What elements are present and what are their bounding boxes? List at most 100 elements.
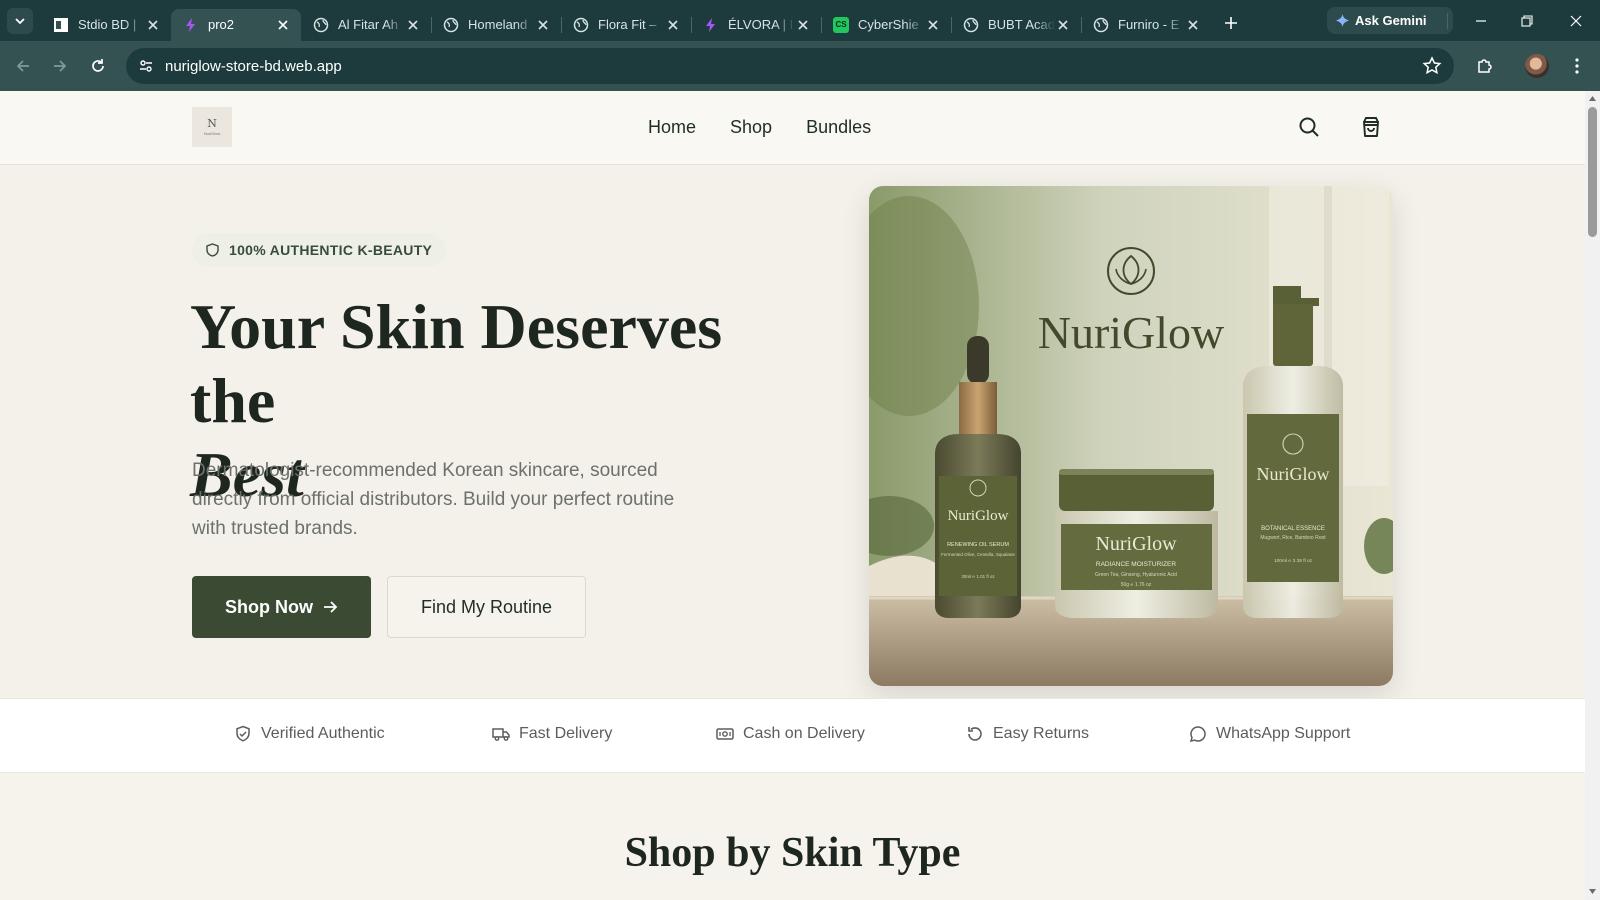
section-title-skin-type: Shop by Skin Type: [624, 830, 961, 876]
tab-title: BUBT Acad: [988, 17, 1055, 32]
tab-al-fitar[interactable]: Al Fitar Ah: [301, 9, 432, 41]
shop-now-button[interactable]: Shop Now: [192, 576, 371, 638]
essence-name-text: BOTANICAL ESSENCE: [1261, 526, 1325, 532]
tab-title: Stdio BD |: [78, 17, 137, 32]
globe-favicon-icon: [443, 17, 459, 33]
site-logo[interactable]: N NuriGlow: [192, 107, 232, 147]
serum-name-text: RENEWING OIL SERUM: [947, 542, 1009, 548]
page-viewport: N NuriGlow Home Shop Bundles 100% AUTHEN…: [0, 91, 1585, 900]
trust-label: Fast Delivery: [519, 725, 613, 742]
ask-gemini-button[interactable]: Ask Gemini: [1327, 7, 1453, 34]
extensions-button[interactable]: [1471, 52, 1499, 80]
page-scrollbar[interactable]: [1585, 91, 1600, 900]
close-window-button[interactable]: [1561, 6, 1591, 36]
bolt-favicon-icon: [703, 17, 719, 33]
scroll-down-icon[interactable]: [1588, 887, 1597, 896]
serum-brand-text: NuriGlow: [948, 508, 1009, 524]
site-header: N NuriGlow Home Shop Bundles: [0, 91, 1585, 165]
close-icon[interactable]: [1185, 17, 1201, 33]
plus-icon: [1225, 16, 1237, 29]
banknote-icon: [716, 728, 734, 740]
tab-title: Homeland: [468, 17, 528, 32]
hero-product-image: NuriGlow NuriGlow RENEWING OIL SERUM Fer…: [869, 186, 1393, 686]
hero-section: 100% AUTHENTIC K-BEAUTY Your Skin Deserv…: [0, 166, 1585, 698]
tab-bubt[interactable]: BUBT Acad: [951, 9, 1082, 41]
tab-furniro[interactable]: Furniro - E: [1081, 9, 1211, 41]
search-icon[interactable]: [1297, 115, 1321, 139]
trust-label: Cash on Delivery: [743, 725, 865, 742]
close-icon[interactable]: [145, 17, 161, 33]
rotate-icon: [968, 727, 982, 741]
tab-flora-fit[interactable]: Flora Fit –: [561, 9, 692, 41]
nav-home[interactable]: Home: [648, 117, 696, 138]
cream-desc-text: Green Tea, Ginseng, Hyaluronic Acid: [1095, 572, 1177, 578]
chat-icon: [1189, 726, 1206, 742]
find-my-routine-button[interactable]: Find My Routine: [387, 576, 586, 638]
serum-desc-text: Fermented Olive, Centella, Squalane: [941, 552, 1015, 557]
more-vert-icon: [1575, 58, 1579, 74]
tab-title: Al Fitar Ah: [338, 17, 398, 32]
close-icon[interactable]: [665, 17, 681, 33]
browser-toolbar: nuriglow-store-bd.web.app: [0, 41, 1600, 91]
close-icon[interactable]: [925, 17, 941, 33]
site-info-icon[interactable]: [135, 55, 157, 77]
close-icon[interactable]: [275, 17, 291, 33]
forward-button[interactable]: [46, 52, 74, 80]
tab-stdio[interactable]: Stdio BD |: [41, 9, 172, 41]
tab-title: pro2: [208, 17, 235, 32]
essence-desc-text: Mugwort, Rice, Bamboo Root: [1260, 535, 1326, 541]
trust-label: Verified Authentic: [261, 725, 385, 742]
scroll-up-icon[interactable]: [1588, 94, 1597, 103]
ask-gemini-label: Ask Gemini: [1355, 13, 1427, 28]
puzzle-icon: [1478, 59, 1492, 73]
trust-label: WhatsApp Support: [1216, 725, 1351, 742]
reload-button[interactable]: [84, 52, 112, 80]
restore-button[interactable]: [1512, 6, 1542, 36]
cream-brand-text: NuriGlow: [1095, 533, 1177, 555]
back-button[interactable]: [9, 52, 37, 80]
serum-size-text: 30ml ℮ 1.01 fl oz: [961, 574, 995, 579]
browser-menu-button[interactable]: [1563, 52, 1591, 80]
sparkle-icon: [1336, 14, 1349, 27]
tab-list: Stdio BD | pro2 Al Fitar Ah Homeland Flo…: [41, 0, 1245, 41]
close-icon[interactable]: [1055, 17, 1071, 33]
tab-search-button[interactable]: [7, 7, 33, 34]
nav-bundles[interactable]: Bundles: [806, 117, 871, 138]
trust-fast-delivery: Fast Delivery: [492, 725, 612, 743]
shield-check-icon: [236, 725, 250, 742]
hero-description: Dermatologist-recommended Korean skincar…: [192, 460, 675, 539]
profile-avatar[interactable]: [1525, 54, 1549, 78]
image-brand-text: NuriGlow: [1038, 307, 1225, 358]
globe-favicon-icon: [963, 17, 979, 33]
trust-cash-on-delivery: Cash on Delivery: [716, 725, 865, 743]
url-text: nuriglow-store-bd.web.app: [165, 57, 342, 75]
close-icon[interactable]: [405, 17, 421, 33]
star-icon[interactable]: [1422, 56, 1442, 76]
tab-pro2[interactable]: pro2: [171, 8, 301, 41]
logo-wordmark: NuriGlow: [203, 131, 221, 136]
address-bar[interactable]: nuriglow-store-bd.web.app: [126, 48, 1454, 84]
minimize-icon: [1476, 20, 1486, 22]
tab-elvora[interactable]: ÉLVORA | I: [691, 9, 822, 41]
tab-title: ÉLVORA | I: [728, 17, 794, 32]
tab-cybershield[interactable]: CS CyberShie: [821, 9, 952, 41]
close-icon[interactable]: [795, 17, 811, 33]
tab-title: CyberShie: [858, 17, 919, 32]
shopping-bag-icon[interactable]: [1359, 115, 1383, 139]
scrollbar-thumb[interactable]: [1588, 107, 1597, 237]
authentic-badge: 100% AUTHENTIC K-BEAUTY: [192, 233, 447, 267]
globe-favicon-icon: [1093, 17, 1109, 33]
tab-title: Flora Fit –: [598, 17, 657, 32]
close-icon[interactable]: [535, 17, 551, 33]
close-icon: [1570, 15, 1582, 27]
essence-brand-text: NuriGlow: [1257, 464, 1330, 484]
trust-label: Easy Returns: [993, 725, 1090, 742]
minimize-button[interactable]: [1466, 6, 1496, 36]
trust-bar: Verified Authentic Fast Delivery Cash on…: [0, 698, 1585, 773]
chevron-down-icon: [15, 17, 25, 24]
new-tab-button[interactable]: [1217, 9, 1245, 37]
main-nav: Home Shop Bundles: [648, 117, 871, 138]
cream-size-text: 50g ℮ 1.76 oz: [1121, 582, 1152, 588]
nav-shop[interactable]: Shop: [730, 117, 772, 138]
tab-homeland[interactable]: Homeland: [431, 9, 562, 41]
